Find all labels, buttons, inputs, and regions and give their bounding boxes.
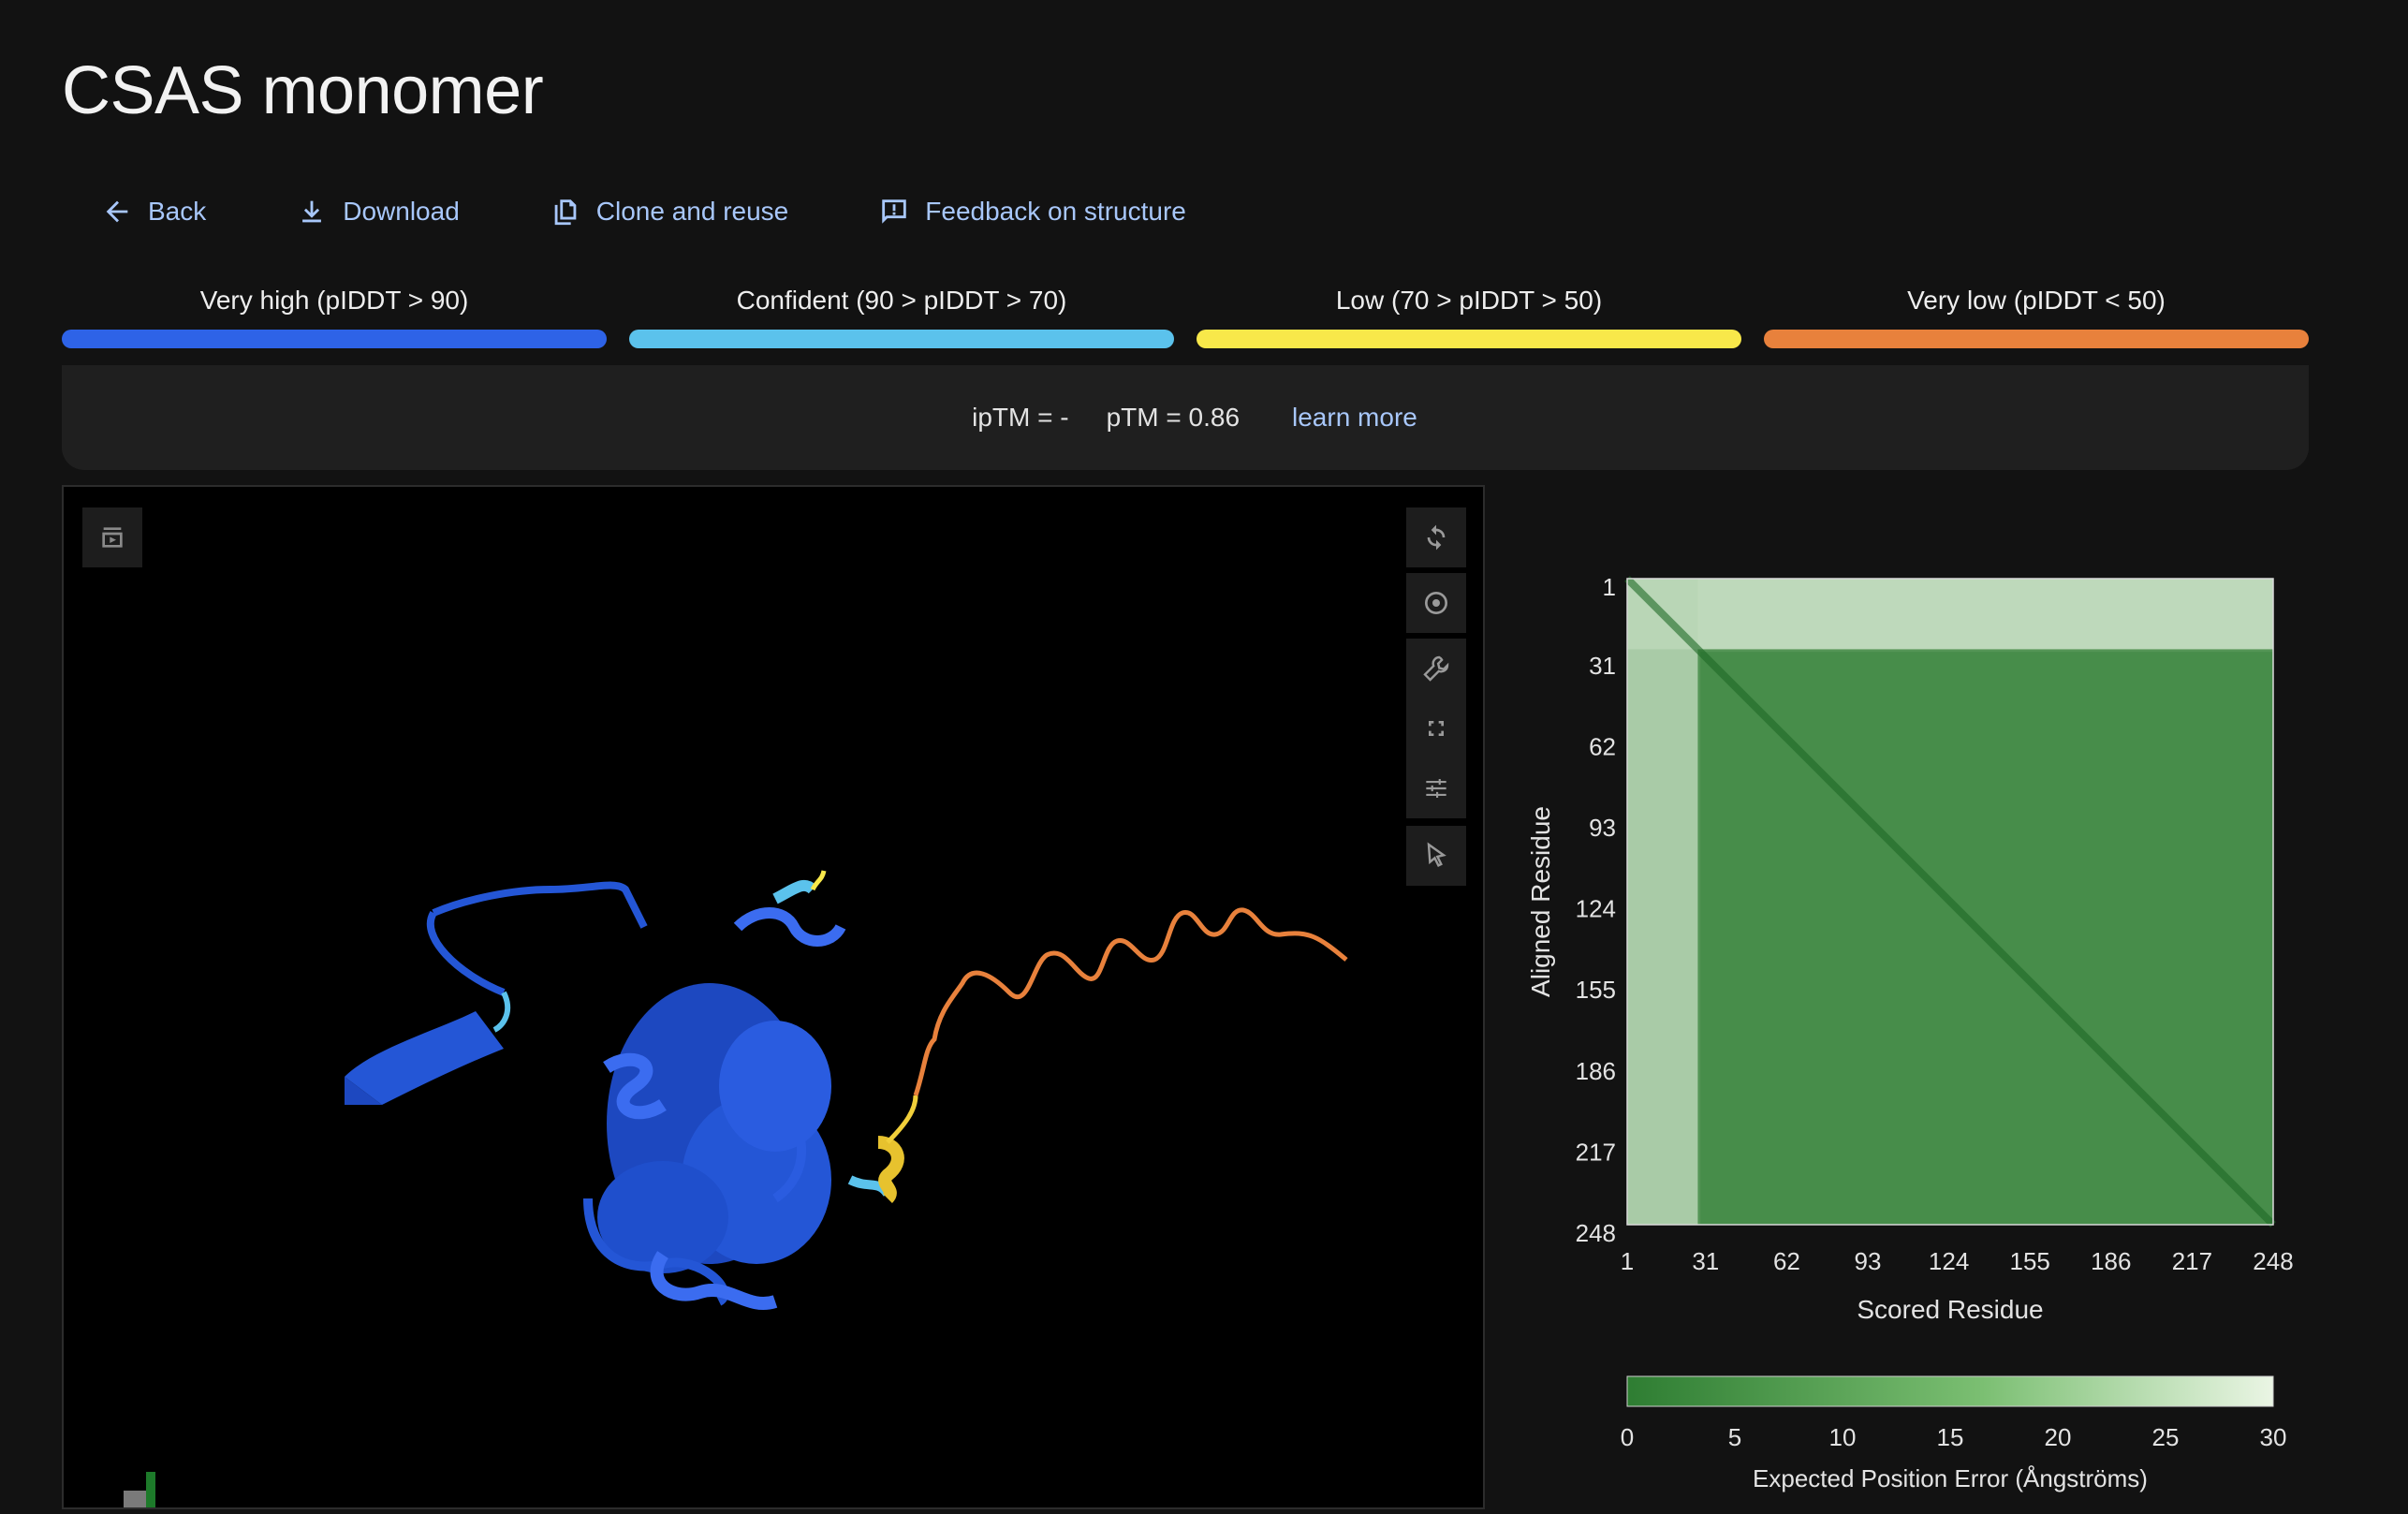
y-tick-label: 217	[1576, 1138, 1616, 1166]
feedback-label: Feedback on structure	[925, 197, 1186, 226]
y-tick-label: 155	[1576, 976, 1616, 1004]
y-tick-label: 31	[1589, 652, 1616, 680]
very-high-confidence-domain	[345, 881, 846, 1310]
x-tick-label: 1	[1621, 1247, 1634, 1275]
heatmap-region	[1627, 579, 1698, 1225]
y-tick-labels: 1 31 62 93 124 155 186 217 248	[1576, 573, 1616, 1247]
pae-plot-panel: 1 31 62 93 124 155 186 217 248 1 31 62 93 124 155 186 2…	[1507, 485, 2350, 1509]
page-title: CSAS monomer	[62, 53, 544, 128]
feedback-button[interactable]: Feedback on structure	[878, 196, 1186, 228]
action-bar: Back Download Clone and reuse Feedback o…	[101, 189, 1276, 234]
colorbar-tick-label: 15	[1937, 1423, 1964, 1451]
back-label: Back	[148, 197, 207, 226]
heatmap-region	[1627, 579, 2273, 650]
legend-confident-bar	[629, 330, 1174, 348]
clone-and-reuse-button[interactable]: Clone and reuse	[550, 196, 788, 228]
protein-structure-render	[124, 870, 1348, 1507]
legend-low-bar	[1197, 330, 1741, 348]
legend-very-high: Very high (pIDDT > 90)	[62, 281, 607, 348]
x-tick-label: 124	[1929, 1247, 1969, 1275]
colorbar-label: Expected Position Error (Ångströms)	[1753, 1464, 2148, 1492]
copy-icon	[554, 199, 577, 226]
legend-very-high-bar	[62, 330, 607, 348]
y-tick-label: 124	[1576, 895, 1616, 923]
x-axis-title: Scored Residue	[1857, 1295, 2043, 1324]
iptm-value: ipTM = -	[972, 403, 1069, 432]
confidence-metrics: ipTM = - pTM = 0.86 learn more	[62, 365, 2309, 470]
clone-and-reuse-label: Clone and reuse	[595, 197, 789, 226]
legend-very-low-bar	[1764, 330, 2309, 348]
low-confidence-segments	[810, 870, 918, 1203]
feedback-icon	[882, 199, 907, 224]
colorbar-tick-label: 10	[1829, 1423, 1857, 1451]
x-tick-labels: 1 31 62 93 124 155 186 217 248	[1621, 1247, 2294, 1275]
structure-viewer[interactable]	[62, 485, 1485, 1509]
legend-low-label: Low (70 > pIDDT > 50)	[1335, 286, 1603, 315]
y-tick-label: 93	[1589, 814, 1616, 842]
legend-confident-label: Confident (90 > pIDDT > 70)	[736, 286, 1067, 315]
legend-confident: Confident (90 > pIDDT > 70)	[629, 281, 1174, 348]
colorbar-tick-labels: 0 5 10 15 20 25 30	[1621, 1423, 2287, 1451]
download-label: Download	[343, 197, 460, 226]
pae-heatmap[interactable]	[1624, 576, 2276, 1227]
y-tick-label: 1	[1603, 573, 1616, 601]
y-tick-label: 186	[1576, 1057, 1616, 1085]
colorbar-tick-label: 0	[1621, 1423, 1634, 1451]
x-tick-label: 217	[2172, 1247, 2212, 1275]
learn-more-link[interactable]: learn more	[1292, 403, 1417, 433]
legend-very-low-label: Very low (pIDDT < 50)	[1907, 286, 2166, 315]
ptm-value: pTM = 0.86	[1106, 403, 1241, 432]
back-button[interactable]: Back	[101, 196, 206, 228]
legend-low: Low (70 > pIDDT > 50)	[1197, 281, 1741, 348]
colorbar-tick-label: 25	[2152, 1423, 2180, 1451]
axes-gizmo	[124, 1472, 155, 1507]
very-low-confidence-tail	[913, 907, 1348, 1096]
legend-very-low: Very low (pIDDT < 50)	[1764, 281, 2309, 348]
y-axis-title: Aligned Residue	[1526, 806, 1555, 997]
x-tick-label: 186	[2091, 1247, 2131, 1275]
colorbar-tick-label: 20	[2045, 1423, 2072, 1451]
x-tick-label: 62	[1773, 1247, 1800, 1275]
y-tick-label: 248	[1576, 1219, 1616, 1247]
pae-chart: 1316293124155186217248 1 31 62 93 124 155 186 2…	[1526, 573, 2294, 1492]
x-tick-label: 31	[1692, 1247, 1719, 1275]
download-button[interactable]: Download	[296, 196, 460, 228]
y-tick-label: 62	[1589, 732, 1616, 760]
x-tick-label: 248	[2253, 1247, 2293, 1275]
colorbar	[1626, 1375, 2274, 1407]
x-tick-label: 155	[2010, 1247, 2050, 1275]
legend-very-high-label: Very high (pIDDT > 90)	[199, 286, 469, 315]
colorbar-tick-label: 30	[2260, 1423, 2287, 1451]
colorbar-tick-label: 5	[1728, 1423, 1741, 1451]
download-icon	[302, 200, 322, 223]
arrow-left-icon	[106, 200, 128, 223]
x-tick-label: 93	[1855, 1247, 1882, 1275]
plddt-legend: Very high (pIDDT > 90) Confident (90 > p…	[62, 281, 2309, 348]
